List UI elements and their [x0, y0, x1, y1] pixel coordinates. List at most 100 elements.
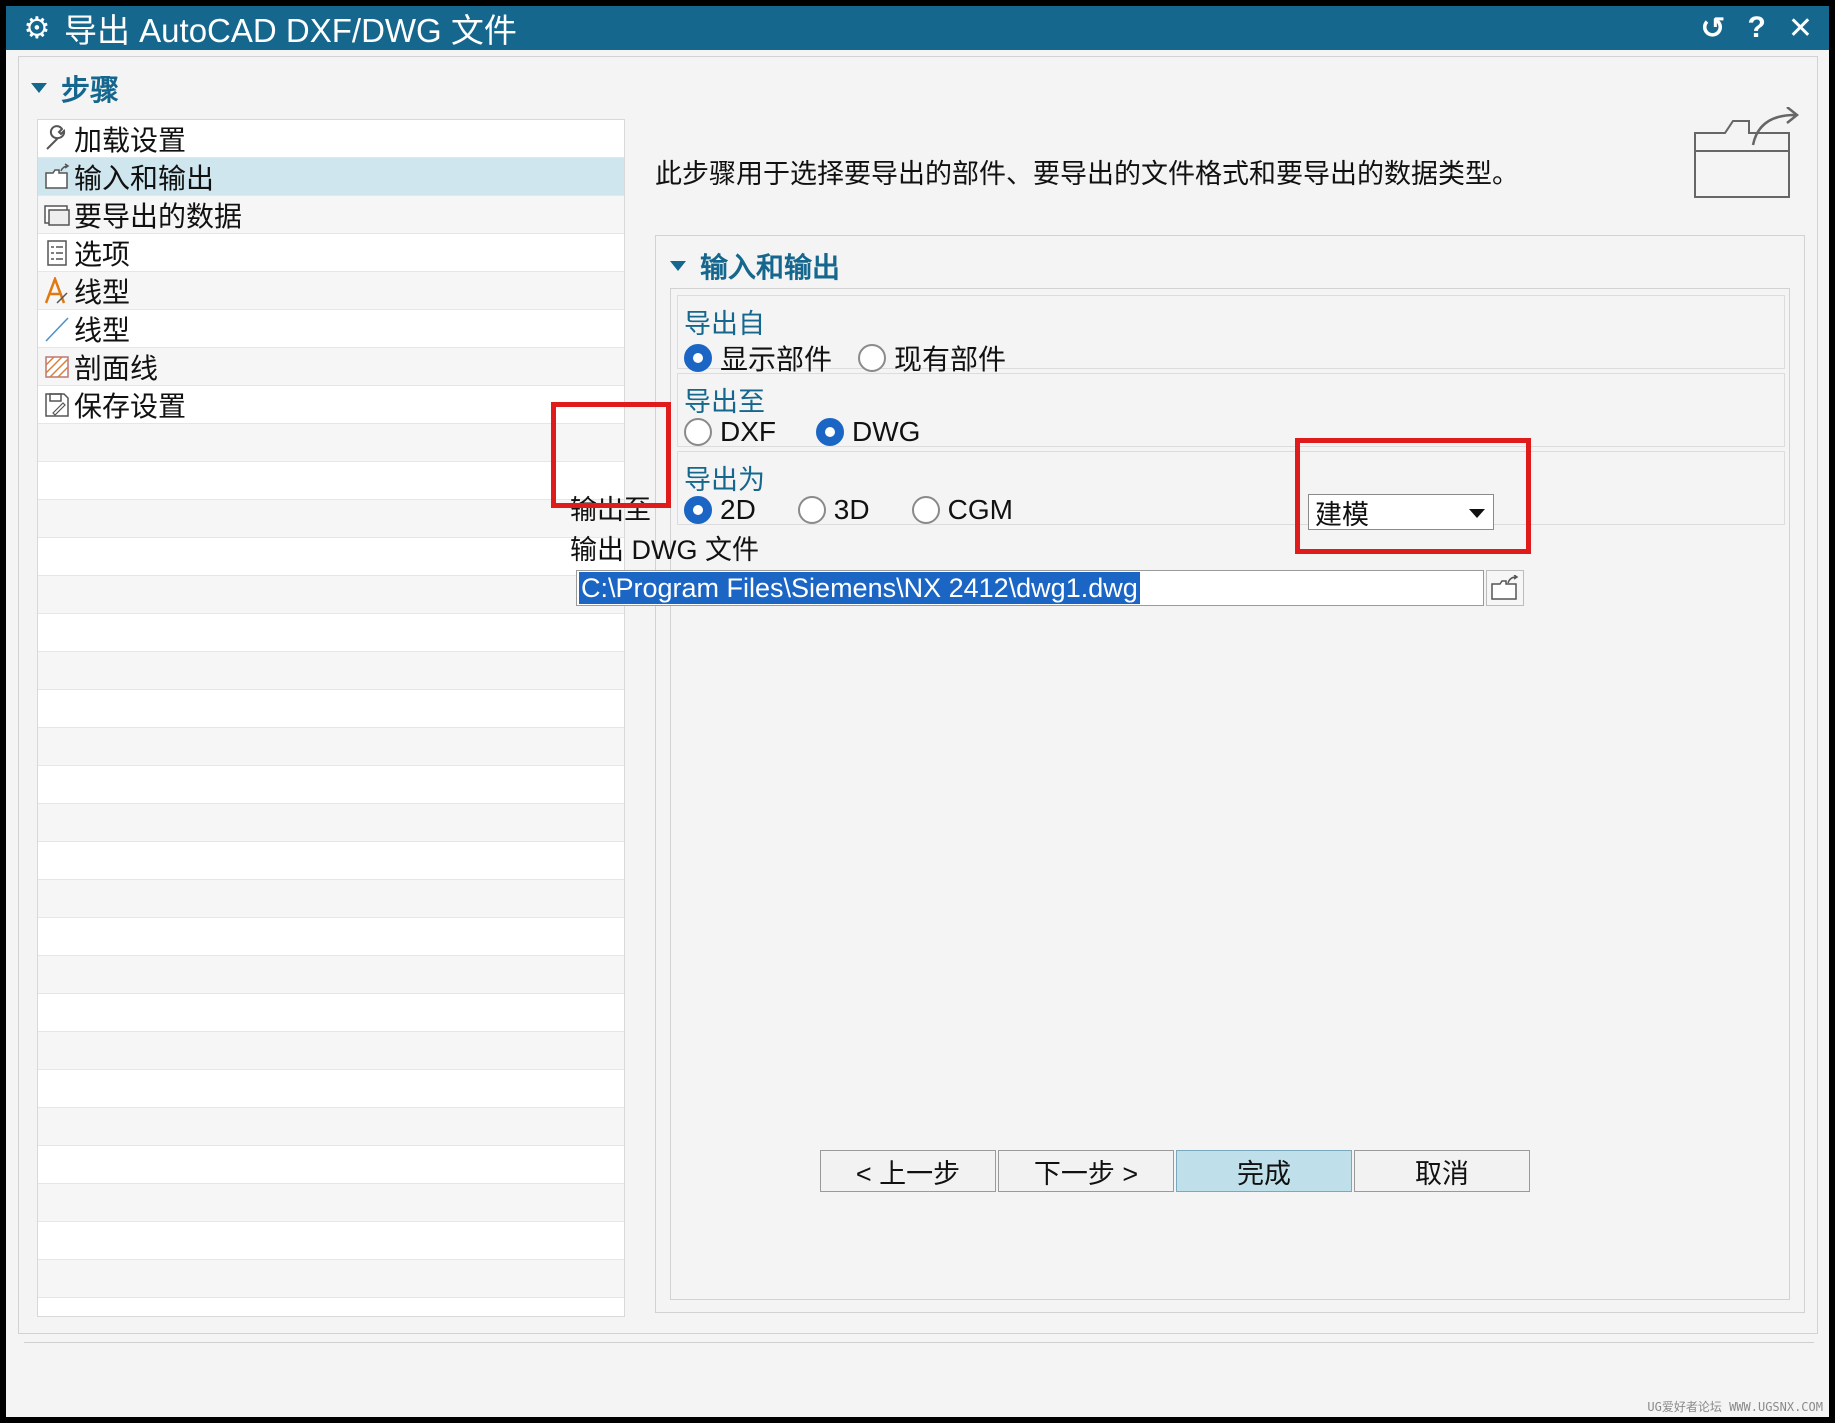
step-empty-row — [38, 1222, 624, 1260]
folder-open-icon — [1491, 575, 1519, 600]
step-empty-row — [38, 918, 624, 956]
radio-label: 现有部件 — [894, 344, 1007, 375]
radio-unselected-icon[interactable] — [797, 496, 826, 524]
step-item-data-to-export[interactable]: 要导出的数据 — [38, 196, 624, 234]
data-window-icon — [40, 198, 74, 232]
export-to-label: 导出至 — [684, 387, 765, 417]
radio-unselected-icon[interactable] — [858, 344, 887, 372]
export-as-label: 导出为 — [684, 465, 765, 495]
wrench-icon — [40, 122, 74, 156]
hatch-icon — [40, 350, 74, 384]
next-button[interactable]: 下一步 > — [998, 1150, 1174, 1192]
step-item-font[interactable]: 线型 — [38, 272, 624, 310]
highlight-box-output-to — [1295, 438, 1531, 554]
browse-folder-button[interactable] — [1486, 570, 1524, 606]
step-empty-row — [38, 1260, 624, 1298]
radio-label: DXF — [720, 416, 776, 447]
radio-dwg[interactable]: DWG — [816, 416, 920, 448]
step-item-linetype[interactable]: 线型 — [38, 310, 624, 348]
radio-unselected-icon[interactable] — [684, 418, 712, 446]
output-file-value: C:\Program Files\Siemens\NX 2412\dwg1.dw… — [579, 572, 1140, 604]
step-empty-row — [38, 994, 624, 1032]
step-item-input-output[interactable]: 输入和输出 — [38, 158, 624, 196]
window-title: 导出 AutoCAD DXF/DWG 文件 — [64, 12, 517, 49]
export-to-section: 导出至 DXF DWG — [677, 373, 1785, 447]
step-label: 剖面线 — [74, 352, 159, 384]
collapse-triangle-icon[interactable] — [670, 261, 686, 271]
steps-panel: 步骤 加载设置 输入和输出 要导出的数据 选项 线型 线型 剖面线 保存设置 此… — [18, 56, 1818, 1334]
step-empty-row — [38, 424, 624, 462]
folder-export-icon — [40, 160, 74, 194]
radio-cgm[interactable]: CGM — [911, 494, 1013, 526]
watermark: UG爱好者论坛 WWW.UGSNX.COM — [1647, 1400, 1823, 1414]
step-label: 输入和输出 — [74, 162, 215, 194]
step-item-hatch[interactable]: 剖面线 — [38, 348, 624, 386]
steps-header-label: 步骤 — [61, 75, 120, 107]
step-empty-row — [38, 1032, 624, 1070]
step-empty-row — [38, 766, 624, 804]
output-file-label: 输出 DWG 文件 — [570, 535, 759, 565]
radio-3d[interactable]: 3D — [797, 494, 870, 526]
step-label: 要导出的数据 — [74, 200, 243, 232]
export-dialog: ⚙ 导出 AutoCAD DXF/DWG 文件 ↺ ? ✕ 步骤 加载设置 输入… — [6, 6, 1829, 1417]
export-from-section: 导出自 显示部件 现有部件 — [677, 295, 1785, 375]
radio-selected-icon[interactable] — [684, 496, 712, 524]
cancel-button[interactable]: 取消 — [1354, 1150, 1530, 1192]
checklist-icon — [40, 236, 74, 270]
line-icon — [40, 312, 74, 346]
group-title: 输入和输出 — [700, 252, 841, 283]
radio-dxf[interactable]: DXF — [684, 416, 776, 448]
step-item-options[interactable]: 选项 — [38, 234, 624, 272]
radio-label: DWG — [852, 416, 921, 447]
step-item-load-settings[interactable]: 加载设置 — [38, 120, 624, 158]
title-bar: ⚙ 导出 AutoCAD DXF/DWG 文件 ↺ ? ✕ — [6, 6, 1829, 50]
radio-label: 3D — [833, 494, 870, 525]
close-icon[interactable]: ✕ — [1788, 11, 1813, 46]
step-description: 此步骤用于选择要导出的部件、要导出的文件格式和要导出的数据类型。 — [655, 159, 1519, 189]
step-item-save-settings[interactable]: 保存设置 — [38, 386, 624, 424]
output-file-input[interactable]: C:\Program Files\Siemens\NX 2412\dwg1.dw… — [576, 570, 1484, 606]
step-empty-row — [38, 462, 624, 500]
radio-unselected-icon[interactable] — [911, 496, 940, 524]
input-output-body: 导出自 显示部件 现有部件 导出至 DXF DWG 导出为 2D 3D CGM — [670, 288, 1790, 1300]
step-empty-row — [38, 614, 624, 652]
step-label: 保存设置 — [74, 390, 187, 422]
input-output-group-header[interactable]: 输入和输出 — [670, 246, 840, 286]
step-empty-row — [38, 690, 624, 728]
step-empty-row — [38, 500, 624, 538]
step-empty-row — [38, 1070, 624, 1108]
back-button[interactable]: < 上一步 — [820, 1150, 996, 1192]
radio-selected-icon[interactable] — [816, 418, 844, 446]
reset-icon[interactable]: ↺ — [1700, 11, 1725, 46]
step-empty-row — [38, 956, 624, 994]
step-label: 线型 — [74, 314, 131, 346]
steps-list: 加载设置 输入和输出 要导出的数据 选项 线型 线型 剖面线 保存设置 — [37, 119, 625, 1317]
step-empty-row — [38, 1184, 624, 1222]
steps-header[interactable]: 步骤 — [31, 67, 119, 109]
footer-separator — [24, 1342, 1814, 1343]
save-icon — [40, 388, 74, 422]
radio-display-part[interactable]: 显示部件 — [684, 338, 832, 378]
step-empty-row — [38, 576, 624, 614]
step-empty-row — [38, 804, 624, 842]
font-a-icon — [40, 274, 74, 308]
export-as-section: 导出为 2D 3D CGM — [677, 451, 1785, 525]
export-from-label: 导出自 — [684, 309, 765, 339]
radio-2d[interactable]: 2D — [684, 494, 756, 526]
radio-selected-icon[interactable] — [684, 344, 712, 372]
radio-existing-part[interactable]: 现有部件 — [858, 338, 1006, 378]
folder-export-large-icon — [1689, 106, 1809, 207]
step-empty-row — [38, 1146, 624, 1184]
gear-icon[interactable]: ⚙ — [22, 11, 52, 46]
step-empty-row — [38, 538, 624, 576]
step-empty-row — [38, 842, 624, 880]
step-empty-row — [38, 652, 624, 690]
radio-label: 显示部件 — [720, 344, 833, 375]
radio-label: CGM — [947, 494, 1013, 525]
collapse-triangle-icon[interactable] — [31, 83, 47, 93]
step-label: 加载设置 — [74, 124, 187, 156]
finish-button[interactable]: 完成 — [1176, 1150, 1352, 1192]
help-icon[interactable]: ? — [1748, 11, 1766, 45]
step-empty-row — [38, 880, 624, 918]
step-label: 选项 — [74, 238, 131, 270]
